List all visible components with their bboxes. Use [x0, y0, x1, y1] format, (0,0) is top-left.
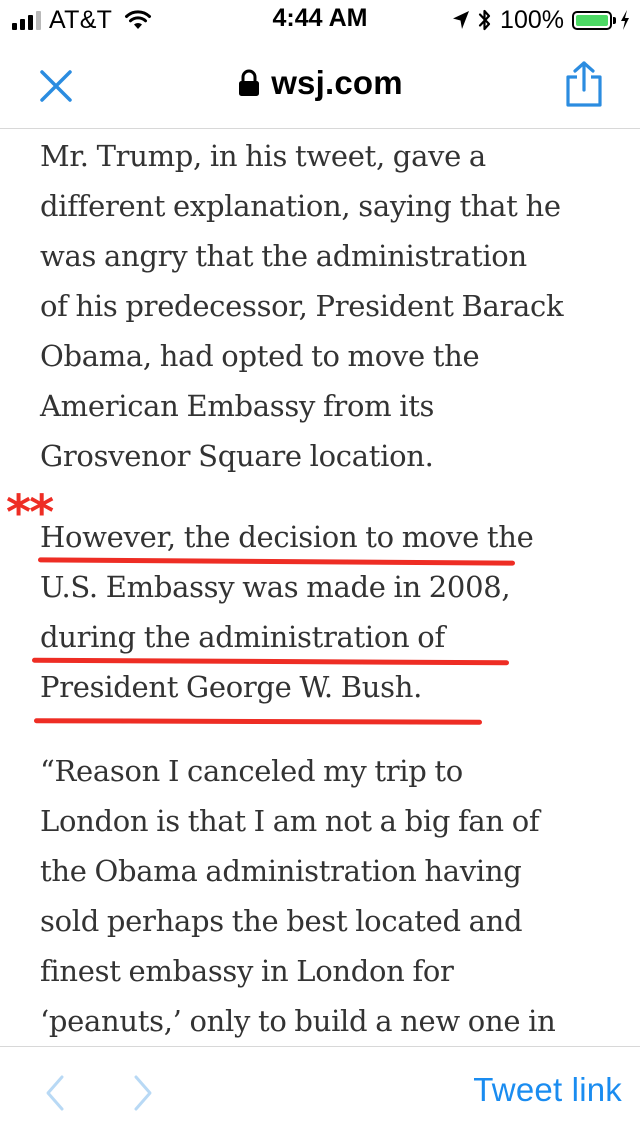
- site-domain: wsj.com: [271, 64, 403, 101]
- text-line: Obama, had opted to move the: [40, 339, 480, 373]
- chevron-left-icon[interactable]: [40, 1073, 70, 1113]
- battery-icon: [572, 10, 616, 30]
- text-line: However, the decision to move the: [40, 520, 534, 554]
- bottom-toolbar: Tweet link: [0, 1046, 640, 1136]
- status-bar: AT&T 4:44 AM 100%: [0, 0, 640, 40]
- text-line: the Obama administration having: [40, 854, 522, 888]
- article-paragraph: “Reason I canceled my trip to London is …: [40, 746, 620, 1046]
- text-line: was angry that the administration: [40, 239, 527, 273]
- text-line: of his predecessor, President Barack: [40, 289, 564, 323]
- text-line: London is that I am not a big fan of: [40, 804, 540, 838]
- text-line: Grosvenor Square location.: [40, 439, 434, 473]
- battery-percent: 100%: [500, 5, 564, 34]
- text-line: Mr. Trump, in his tweet, gave a: [40, 139, 486, 173]
- text-line: U.S. Embassy was made in 2008,: [40, 570, 511, 604]
- address-bar[interactable]: wsj.com: [0, 64, 640, 102]
- tweet-link-button[interactable]: Tweet link: [473, 1071, 622, 1109]
- battery-fill: [576, 14, 608, 26]
- lock-icon: [239, 69, 260, 96]
- text-line: different explanation, saying that he: [40, 189, 561, 223]
- chevron-right-icon[interactable]: [128, 1073, 158, 1113]
- status-bar-right: 100%: [452, 6, 630, 34]
- text-line: sold perhaps the best located and: [40, 904, 523, 938]
- annotation-asterisks: **: [6, 485, 54, 541]
- text-line: during the administration of: [40, 620, 445, 654]
- text-line: finest embassy in London for: [40, 954, 454, 988]
- text-line: President George W. Bush.: [40, 670, 423, 704]
- browser-nav-bar: wsj.com: [0, 40, 640, 129]
- annotation-underline: [33, 718, 483, 725]
- bluetooth-icon: [478, 9, 491, 31]
- text-line: ‘peanuts,’ only to build a new one in: [40, 1004, 556, 1038]
- share-icon[interactable]: [562, 60, 606, 108]
- location-arrow-icon: [453, 11, 470, 29]
- article-paragraph: Mr. Trump, in his tweet, gave a differen…: [40, 131, 620, 481]
- article-body[interactable]: Mr. Trump, in his tweet, gave a differen…: [0, 129, 640, 1046]
- text-line: American Embassy from its: [40, 389, 435, 423]
- text-line: “Reason I canceled my trip to: [40, 754, 463, 788]
- article-paragraph-highlighted: However, the decision to move the U.S. E…: [40, 512, 620, 712]
- charging-bolt-icon: [621, 10, 629, 30]
